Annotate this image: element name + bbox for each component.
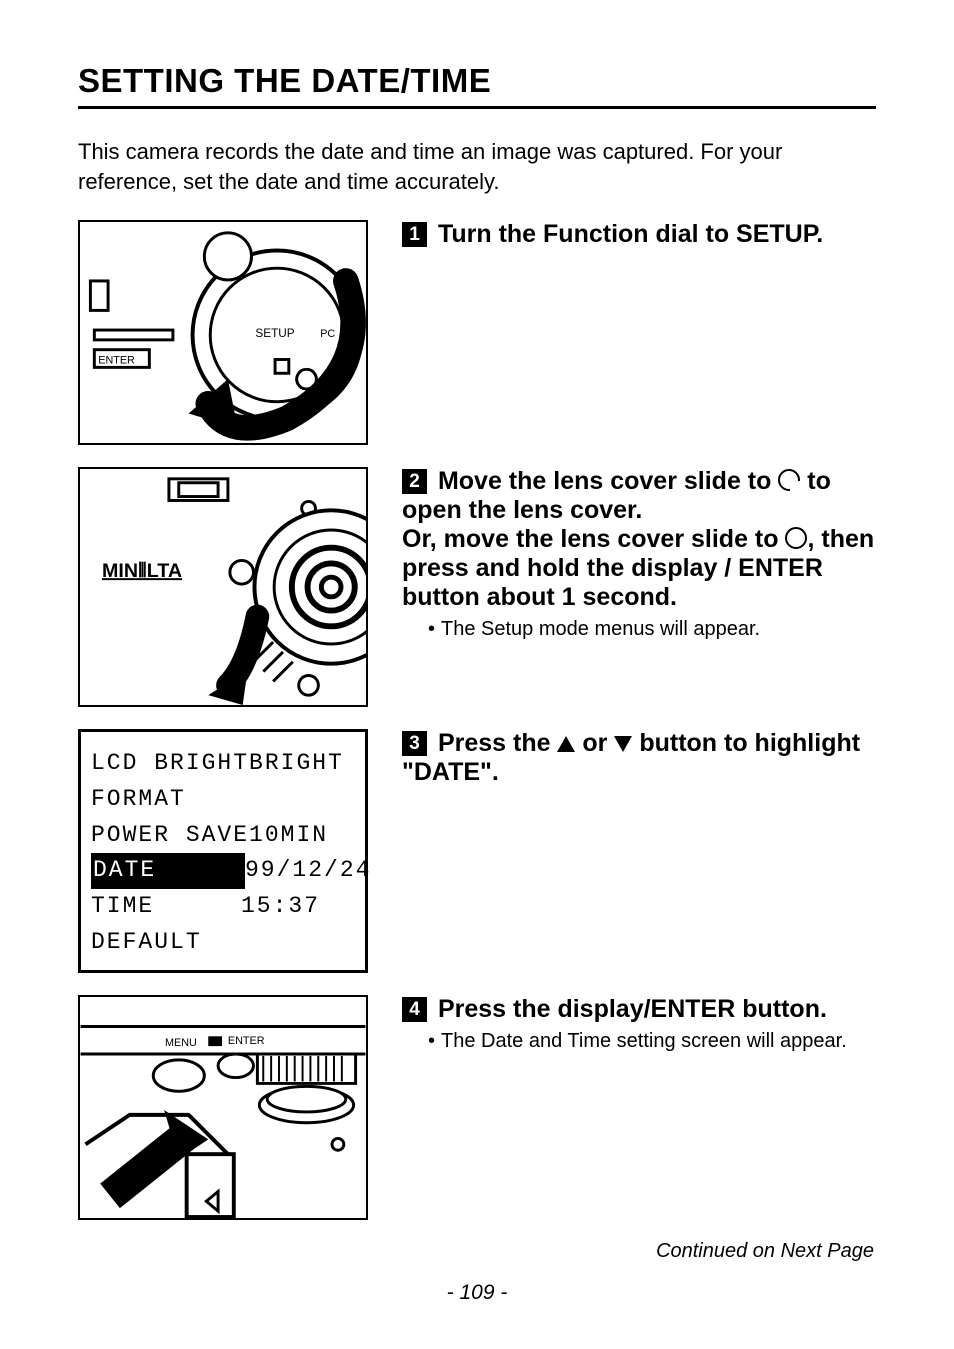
step-4-text: Press the display/ENTER button. (438, 995, 827, 1023)
step-2: MIN⦀LTA 2 Move the lens cover slide to (78, 467, 876, 707)
enter-label: ENTER (98, 355, 135, 367)
triangle-down-icon (614, 736, 632, 752)
step-number-3: 3 (402, 731, 427, 756)
step-number-1: 1 (402, 222, 427, 247)
step-3-text-b: or (575, 729, 614, 757)
figure-1-function-dial: ENTER SETUP PC (78, 220, 368, 445)
step-2-bullet: The Setup mode menus will appear. (428, 618, 876, 641)
figure-4-enter-button: MENU ENTER (78, 995, 368, 1220)
lens-open-icon (778, 469, 800, 491)
lcd-row-default: DEFAULT (91, 925, 355, 961)
step-4: MENU ENTER 4 Press the display/ENTER but… (78, 995, 876, 1220)
lcd-row-power-save: POWER SAVE10MIN (91, 818, 355, 854)
menu-label: MENU (165, 1037, 197, 1049)
intro-text: This camera records the date and time an… (78, 137, 876, 196)
figure-2-lens-cover: MIN⦀LTA (78, 467, 368, 707)
page-number: - 109 - (78, 1281, 876, 1305)
lcd-row-lcd-bright: LCD BRIGHTBRIGHT (91, 746, 355, 782)
step-3-text-a: Press the (438, 729, 558, 757)
brand-label: MIN⦀LTA (102, 561, 182, 583)
lens-close-icon (785, 527, 807, 549)
step-2-text-a: Move the lens cover slide to (438, 467, 778, 495)
step-number-2: 2 (402, 469, 427, 494)
lcd-row-date-selected: DATE99/12/24 (91, 853, 355, 889)
step-4-bullet: The Date and Time setting screen will ap… (428, 1030, 876, 1053)
pc-label: PC (320, 328, 335, 340)
lcd-row-time: TIME15:37 (91, 889, 355, 925)
lcd-row-format: FORMAT (91, 782, 355, 818)
continued-note: Continued on Next Page (78, 1240, 874, 1263)
triangle-up-icon (557, 736, 575, 752)
setup-label: SETUP (255, 327, 294, 340)
step-3: LCD BRIGHTBRIGHT FORMAT POWER SAVE10MIN … (78, 729, 876, 973)
page-title: SETTING THE DATE/TIME (78, 62, 876, 109)
step-2-text-c: Or, move the lens cover slide to (402, 525, 785, 553)
step-1-text: Turn the Function dial to SETUP. (438, 220, 823, 248)
lcd-menu-screen: LCD BRIGHTBRIGHT FORMAT POWER SAVE10MIN … (78, 729, 368, 973)
step-number-4: 4 (402, 997, 427, 1022)
step-1: ENTER SETUP PC 1 Turn the Function dial … (78, 220, 876, 445)
enter-label-2: ENTER (228, 1035, 265, 1047)
